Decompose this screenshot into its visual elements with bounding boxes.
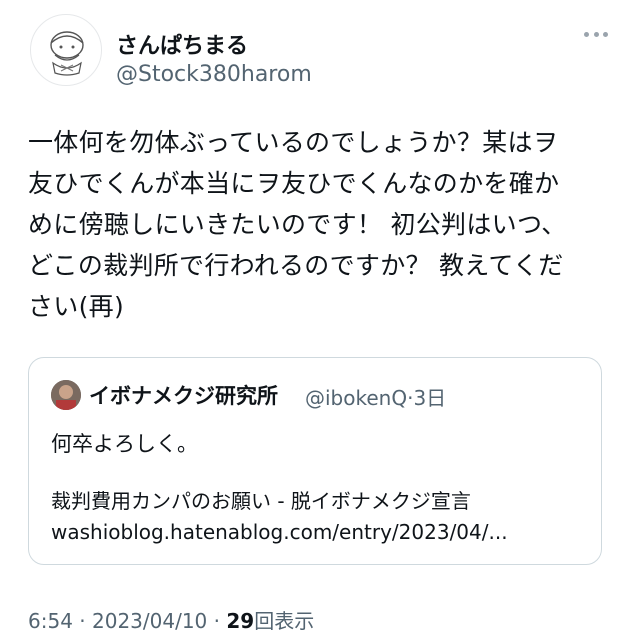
tweet-text: 一体何を勿体ぶっているのでしょうか？某はヲ 友ひでくんが本当にヲ友ひでくんなのか… [28, 128, 567, 321]
quoted-user-avatar-icon[interactable] [51, 380, 81, 410]
quoted-time[interactable]: 3日 [413, 386, 446, 410]
quoted-text: 何卒よろしく。 [51, 432, 198, 456]
quoted-handle[interactable]: @ibokenQ [305, 386, 407, 410]
tweet-footer: 6:54 · 2023/04/10 · 29回表示 [28, 605, 314, 634]
quoted-link-url[interactable]: washioblog.hatenablog.com/entry/2023/04/… [51, 520, 508, 544]
view-count: 29 [226, 609, 255, 633]
author-avatar[interactable] [30, 14, 102, 86]
author-display-name[interactable]: さんぱちまる [116, 28, 248, 60]
more-options-icon[interactable] [584, 24, 608, 44]
hand-drawn-character-avatar-icon [50, 31, 84, 76]
footer-separator-2: · [213, 609, 220, 633]
tweet-date[interactable]: 2023/04/10 [92, 609, 207, 633]
tweet-time[interactable]: 6:54 [28, 609, 73, 633]
footer-separator: · [79, 609, 86, 633]
quoted-tweet-card[interactable]: イボナメクジ研究所 @ibokenQ·3日 何卒よろしく。 裁判費用カンパのお願… [28, 357, 602, 565]
author-handle[interactable]: @Stock380harom [116, 62, 312, 87]
quoted-meta: @ibokenQ·3日 [305, 382, 446, 411]
quoted-link-title: 裁判費用カンパのお願い - 脱イボナメクジ宣言 [51, 489, 471, 513]
views-label: 回表示 [254, 609, 315, 633]
tweet-header: さんぱちまる @Stock380harom [30, 14, 610, 87]
quoted-display-name[interactable]: イボナメクジ研究所 [89, 380, 278, 410]
